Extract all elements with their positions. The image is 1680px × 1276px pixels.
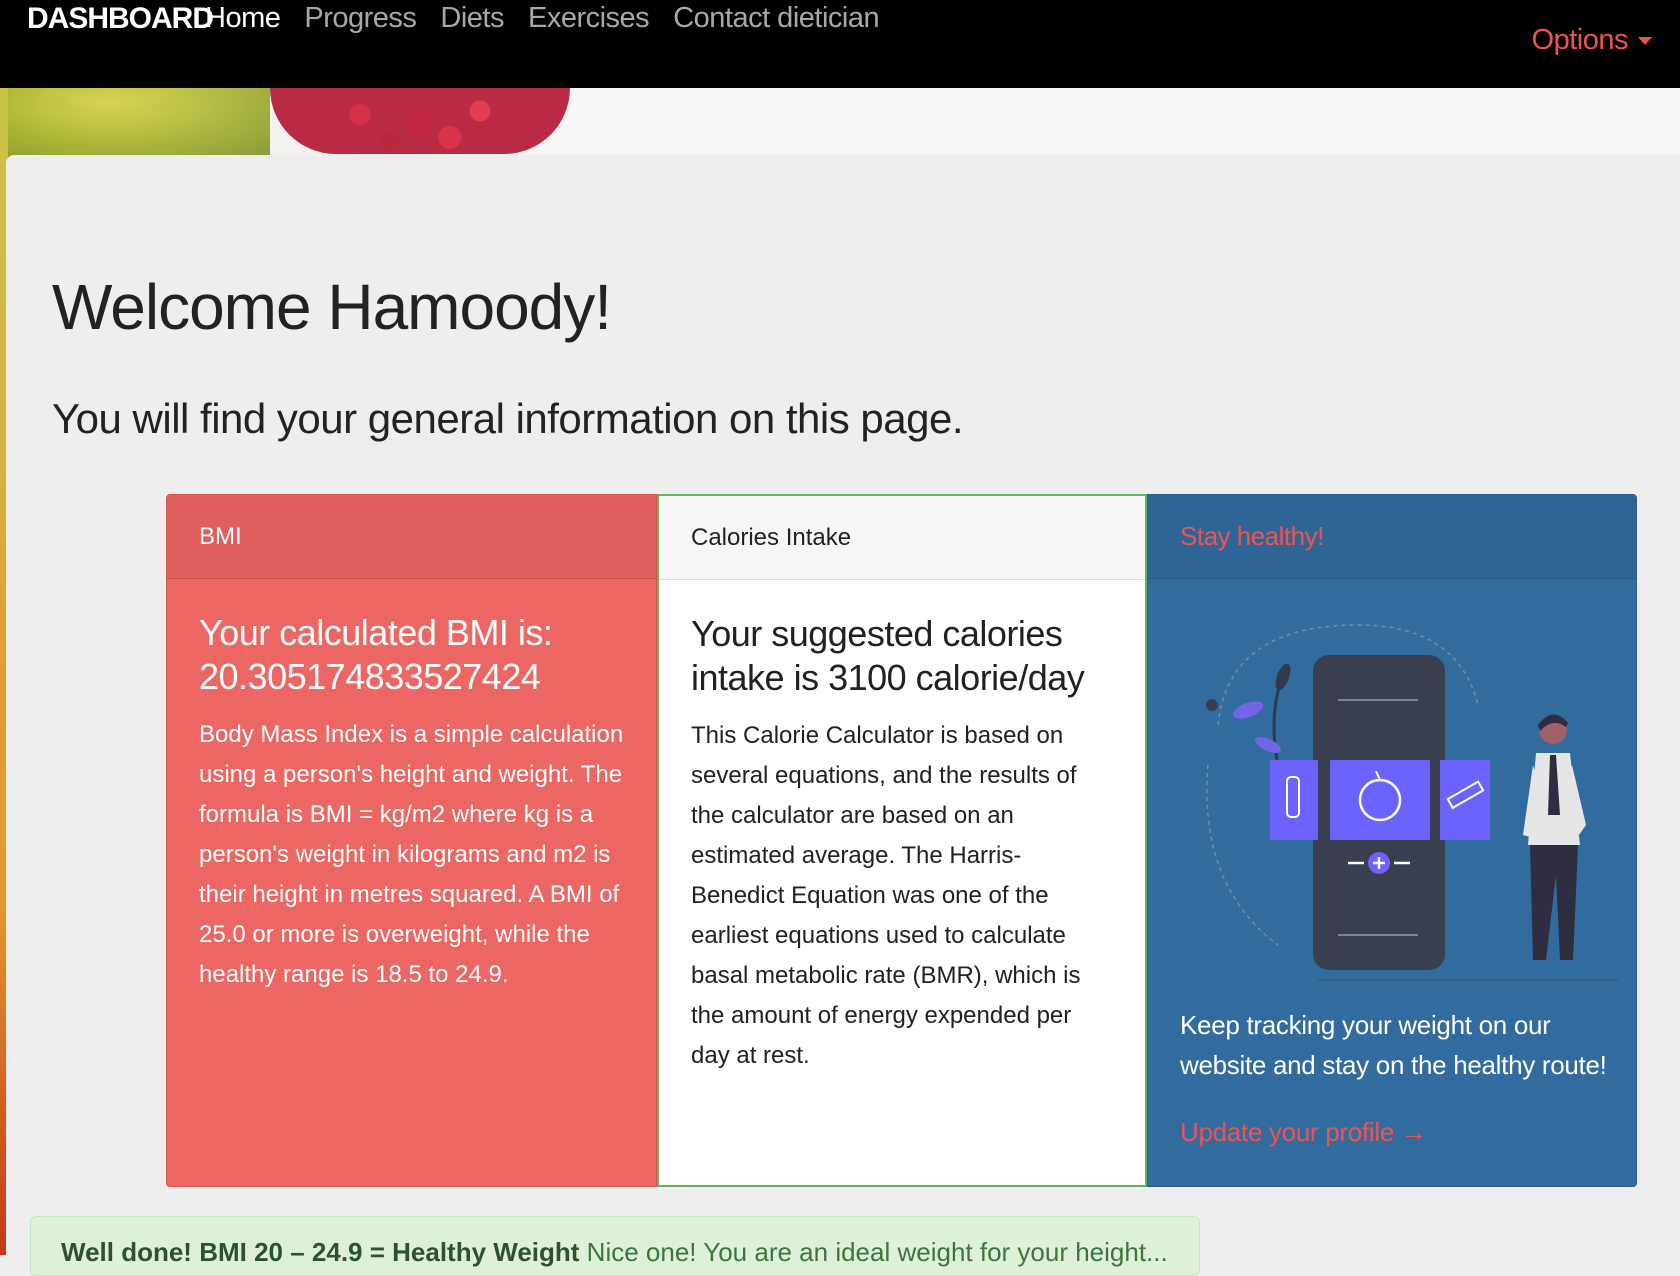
options-label: Options — [1531, 24, 1629, 56]
pear-decoration — [0, 88, 270, 158]
bmi-card-title: Your calculated BMI is: 20.3051748335274… — [199, 612, 553, 697]
stay-healthy-text: Keep tracking your weight on our website… — [1180, 1010, 1607, 1080]
calories-card: Calories Intake Your suggested calories … — [657, 494, 1147, 1187]
fitness-app-illustration — [1206, 624, 1618, 981]
bmi-card-body: Your calculated BMI is: 20.3051748335274… — [167, 579, 656, 1027]
alert-bold-text: Well done! BMI 20 – 24.9 = Healthy Weigh… — [61, 1237, 580, 1267]
nav-item-progress[interactable]: Progress — [304, 2, 417, 35]
page-subtitle: You will find your general information o… — [52, 395, 964, 442]
top-navbar: DASHBOARD Home Progress Diets Exercises … — [0, 0, 1680, 88]
bmi-card: BMI Your calculated BMI is: 20.305174833… — [166, 494, 657, 1187]
nav-item-contact-dietician[interactable]: Contact dietician — [673, 2, 879, 35]
brand-logo[interactable]: DASHBOARD — [27, 2, 214, 36]
welcome-heading: Welcome Hamoody! — [52, 271, 612, 343]
calories-card-header: Calories Intake — [659, 496, 1145, 580]
nav-item-exercises[interactable]: Exercises — [528, 2, 650, 35]
nav-links: Home Progress Diets Exercises Contact di… — [205, 2, 880, 35]
caret-down-icon — [1638, 37, 1652, 46]
stay-healthy-card: Stay healthy! Keep tracking your weight … — [1147, 494, 1637, 1187]
calories-card-body: Your suggested calories intake is 3100 c… — [659, 580, 1145, 1108]
calories-card-title: Your suggested calories intake is 3100 c… — [691, 613, 1085, 698]
bmi-status-alert: Well done! BMI 20 – 24.9 = Healthy Weigh… — [30, 1216, 1200, 1276]
options-dropdown[interactable]: Options — [1532, 24, 1652, 57]
calories-card-text: This Calorie Calculator is based on seve… — [691, 722, 1081, 1069]
stay-healthy-card-header: Stay healthy! — [1148, 495, 1636, 579]
update-profile-link[interactable]: Update your profile → — [1180, 1117, 1427, 1148]
nav-item-home[interactable]: Home — [205, 2, 281, 35]
raspberry-jar-decoration — [270, 88, 570, 154]
nav-item-diets[interactable]: Diets — [440, 2, 504, 35]
alert-text: Nice one! You are an ideal weight for yo… — [579, 1237, 1168, 1267]
bmi-card-text: Body Mass Index is a simple calculation … — [199, 721, 624, 988]
bmi-card-header: BMI — [167, 495, 656, 579]
